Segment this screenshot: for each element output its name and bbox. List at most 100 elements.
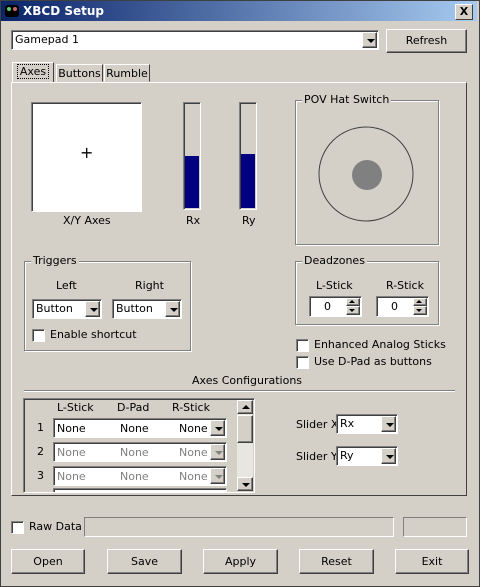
slider-y-select[interactable]: Ry: [336, 446, 398, 466]
row-dropdown-button[interactable]: [210, 420, 225, 436]
deadzone-lstick-value: 0: [324, 300, 331, 313]
row-dpad-value: None: [120, 422, 149, 435]
tab-rumble[interactable]: Rumble: [104, 64, 150, 82]
row-rstick-value: None: [179, 470, 208, 483]
gamepad-app-icon: [5, 5, 19, 17]
pov-hat-display: [318, 126, 414, 222]
raw-data-checkbox[interactable]: [11, 521, 24, 534]
chevron-down-icon: [170, 308, 178, 312]
scroll-up-button[interactable]: [237, 400, 253, 414]
trigger-right-value: Button: [116, 302, 153, 315]
column-header-lstick: L-Stick: [57, 401, 94, 414]
exit-button[interactable]: Exit: [395, 549, 469, 574]
axes-config-select-2[interactable]: None None None: [53, 442, 227, 462]
trigger-left-dropdown[interactable]: [85, 301, 100, 317]
chevron-down-icon: [215, 475, 223, 479]
row-dropdown-button[interactable]: [210, 444, 225, 460]
reset-button-label: Reset: [321, 555, 352, 568]
chevron-down-icon: [349, 309, 355, 312]
deadzone-rstick-spinner[interactable]: 0: [376, 296, 429, 317]
close-button[interactable]: X: [455, 4, 473, 20]
slider-y-label: Slider Y: [296, 450, 338, 463]
ry-bar: [239, 102, 257, 210]
scroll-down-button[interactable]: [237, 477, 253, 491]
save-button[interactable]: Save: [107, 549, 182, 574]
column-header-rstick: R-Stick: [172, 401, 210, 414]
column-header-dpad: D-Pad: [117, 401, 150, 414]
deadzones-group: Deadzones L-Stick R-Stick 0 0: [295, 254, 439, 325]
slider-y-value: Ry: [340, 449, 354, 462]
slider-x-label: Slider X: [296, 418, 339, 431]
refresh-button[interactable]: Refresh: [386, 29, 467, 53]
chevron-down-icon: [215, 427, 223, 431]
pov-position-dot: [352, 160, 382, 190]
open-button-label: Open: [33, 555, 63, 568]
chevron-down-icon: [215, 451, 223, 455]
xy-axes-display: +: [31, 102, 142, 212]
row-dpad-value: None: [120, 470, 149, 483]
row-dropdown-button[interactable]: [210, 468, 225, 484]
slider-x-dropdown[interactable]: [381, 416, 396, 432]
chevron-down-icon: [242, 483, 250, 487]
chevron-up-icon: [242, 405, 250, 409]
apply-button-label: Apply: [224, 555, 257, 568]
trigger-right-select[interactable]: Button: [112, 299, 182, 319]
device-select-value: Gamepad 1: [15, 33, 79, 46]
reset-button[interactable]: Reset: [299, 549, 374, 574]
tab-axes[interactable]: Axes: [12, 62, 54, 83]
axes-config-select-3[interactable]: None None None: [53, 466, 227, 486]
row-rstick-value: None: [179, 422, 208, 435]
deadzone-lstick-up[interactable]: [346, 298, 360, 306]
enable-shortcut-checkbox[interactable]: [32, 329, 45, 342]
row-number: 1: [37, 421, 44, 434]
deadzone-rstick-down[interactable]: [413, 306, 427, 315]
deadzone-rstick-up[interactable]: [413, 298, 427, 306]
title-bar: XBCD Setup X: [1, 1, 477, 21]
tab-buttons[interactable]: Buttons: [56, 64, 103, 82]
chevron-down-icon: [416, 309, 422, 312]
dpad-buttons-checkbox[interactable]: [296, 356, 309, 369]
trigger-right-dropdown[interactable]: [165, 301, 180, 317]
dpad-buttons-label: Use D-Pad as buttons: [314, 355, 432, 368]
row-number: 2: [37, 445, 44, 458]
trigger-left-value: Button: [36, 302, 73, 315]
raw-data-extra-field: [403, 517, 467, 537]
axes-config-select-1[interactable]: None None None: [53, 418, 227, 438]
device-dropdown-button[interactable]: [362, 32, 377, 48]
ry-bar-fill: [241, 154, 255, 208]
xy-axes-label: X/Y Axes: [63, 214, 111, 227]
axes-config-select-4-partial[interactable]: [53, 488, 227, 492]
axes-config-row-2: 2 None None None: [24, 441, 254, 463]
tab-axes-label: Axes: [16, 64, 50, 79]
device-select[interactable]: Gamepad 1: [11, 30, 379, 50]
trigger-left-select[interactable]: Button: [32, 299, 102, 319]
chevron-down-icon: [90, 308, 98, 312]
axes-config-scrollbar[interactable]: [237, 400, 253, 491]
chevron-down-icon: [386, 423, 394, 427]
row-dpad-value: None: [120, 446, 149, 459]
deadzones-label: Deadzones: [302, 254, 367, 267]
slider-x-select[interactable]: Rx: [336, 414, 398, 434]
axes-config-row-1: 1 None None None: [24, 417, 254, 439]
axes-config-grid: L-Stick D-Pad R-Stick 1 None None None 2…: [23, 398, 255, 493]
row-rstick-value: None: [179, 446, 208, 459]
open-button[interactable]: Open: [11, 549, 85, 574]
ry-label: Ry: [242, 214, 256, 227]
pov-hat-group: POV Hat Switch: [295, 93, 439, 245]
slider-y-dropdown[interactable]: [381, 448, 396, 464]
chevron-down-icon: [386, 455, 394, 459]
trigger-left-label: Left: [56, 279, 77, 292]
rx-bar: [183, 102, 201, 210]
exit-button-label: Exit: [421, 555, 443, 568]
row-number: 3: [37, 469, 44, 482]
triggers-label: Triggers: [31, 254, 79, 267]
save-button-label: Save: [130, 555, 158, 568]
enable-shortcut-label: Enable shortcut: [50, 328, 137, 341]
scroll-thumb[interactable]: [237, 415, 253, 443]
enhanced-analog-label: Enhanced Analog Sticks: [314, 338, 446, 351]
enhanced-analog-checkbox[interactable]: [296, 339, 309, 352]
deadzone-lstick-down[interactable]: [346, 306, 360, 315]
axes-config-row-3: 3 None None None: [24, 465, 254, 487]
apply-button[interactable]: Apply: [203, 549, 278, 574]
deadzone-lstick-spinner[interactable]: 0: [309, 296, 362, 317]
